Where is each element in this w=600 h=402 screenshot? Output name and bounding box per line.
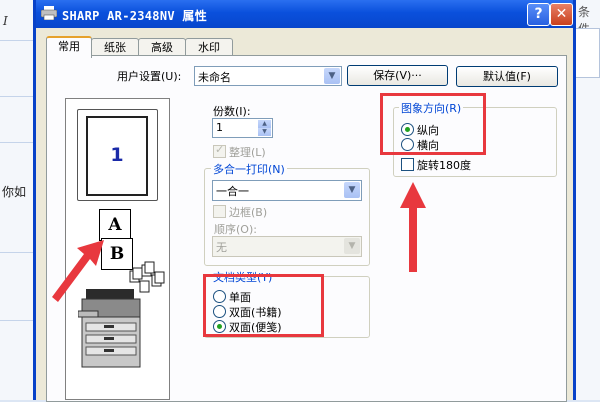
n-up-title: 多合一打印(N) (211, 161, 287, 177)
chevron-down-icon[interactable]: ▼ (344, 238, 360, 254)
chevron-down-icon[interactable]: ▼ (344, 182, 360, 198)
red-arrow-icon (52, 240, 104, 302)
copies-label: 份数(I): (213, 105, 251, 118)
chevron-down-icon[interactable]: ▼ (324, 68, 340, 84)
title-bar[interactable]: SHARP AR-2348NV 属性 ? ✕ (36, 0, 573, 28)
help-button[interactable]: ? (527, 3, 550, 26)
collate-checkbox[interactable] (213, 143, 226, 158)
close-button[interactable]: ✕ (550, 3, 573, 26)
copies-value: 1 (216, 121, 223, 134)
order-select[interactable]: 无 ▼ (212, 236, 362, 257)
italic-icon: I (3, 14, 8, 28)
printer-icon (41, 6, 57, 20)
rotate-180-checkbox[interactable] (401, 158, 414, 171)
user-settings-label: 用户设置(U): (117, 70, 182, 83)
tab-watermark[interactable]: 水印 (185, 38, 233, 56)
border-label: 边框(B) (229, 206, 268, 219)
order-value: 无 (216, 241, 227, 254)
spin-up-icon[interactable]: ▲ (258, 120, 271, 128)
window-title: SHARP AR-2348NV 属性 (62, 9, 207, 23)
tab-paper[interactable]: 纸张 (91, 38, 139, 56)
user-settings-select[interactable]: 未命名 ▼ (194, 66, 342, 86)
paper-page: 1 (86, 116, 148, 196)
user-settings-value: 未命名 (198, 71, 231, 84)
save-button[interactable]: 保存(V)··· (347, 65, 448, 86)
page-number: 1 (110, 144, 124, 166)
background-text: 你如 (2, 185, 27, 199)
border-checkbox[interactable] (213, 205, 226, 218)
copies-input[interactable]: 1 ▲ ▼ (212, 118, 273, 138)
n-up-value: 一合一 (216, 185, 249, 198)
document-style-highlight (203, 274, 324, 337)
rotate-180-label: 旋转180度 (417, 159, 471, 172)
paper-frame: 1 (77, 109, 158, 201)
order-label: 顺序(O): (214, 223, 257, 236)
n-up-select[interactable]: 一合一 ▼ (212, 180, 362, 201)
red-arrow-icon (400, 182, 426, 272)
tab-advanced[interactable]: 高级 (138, 38, 186, 56)
orientation-highlight (380, 93, 486, 155)
default-button[interactable]: 默认值(F) (456, 66, 558, 87)
tab-general[interactable]: 常用 (46, 36, 92, 58)
spin-down-icon[interactable]: ▼ (258, 128, 271, 136)
collate-label: 整理(L) (229, 146, 266, 159)
